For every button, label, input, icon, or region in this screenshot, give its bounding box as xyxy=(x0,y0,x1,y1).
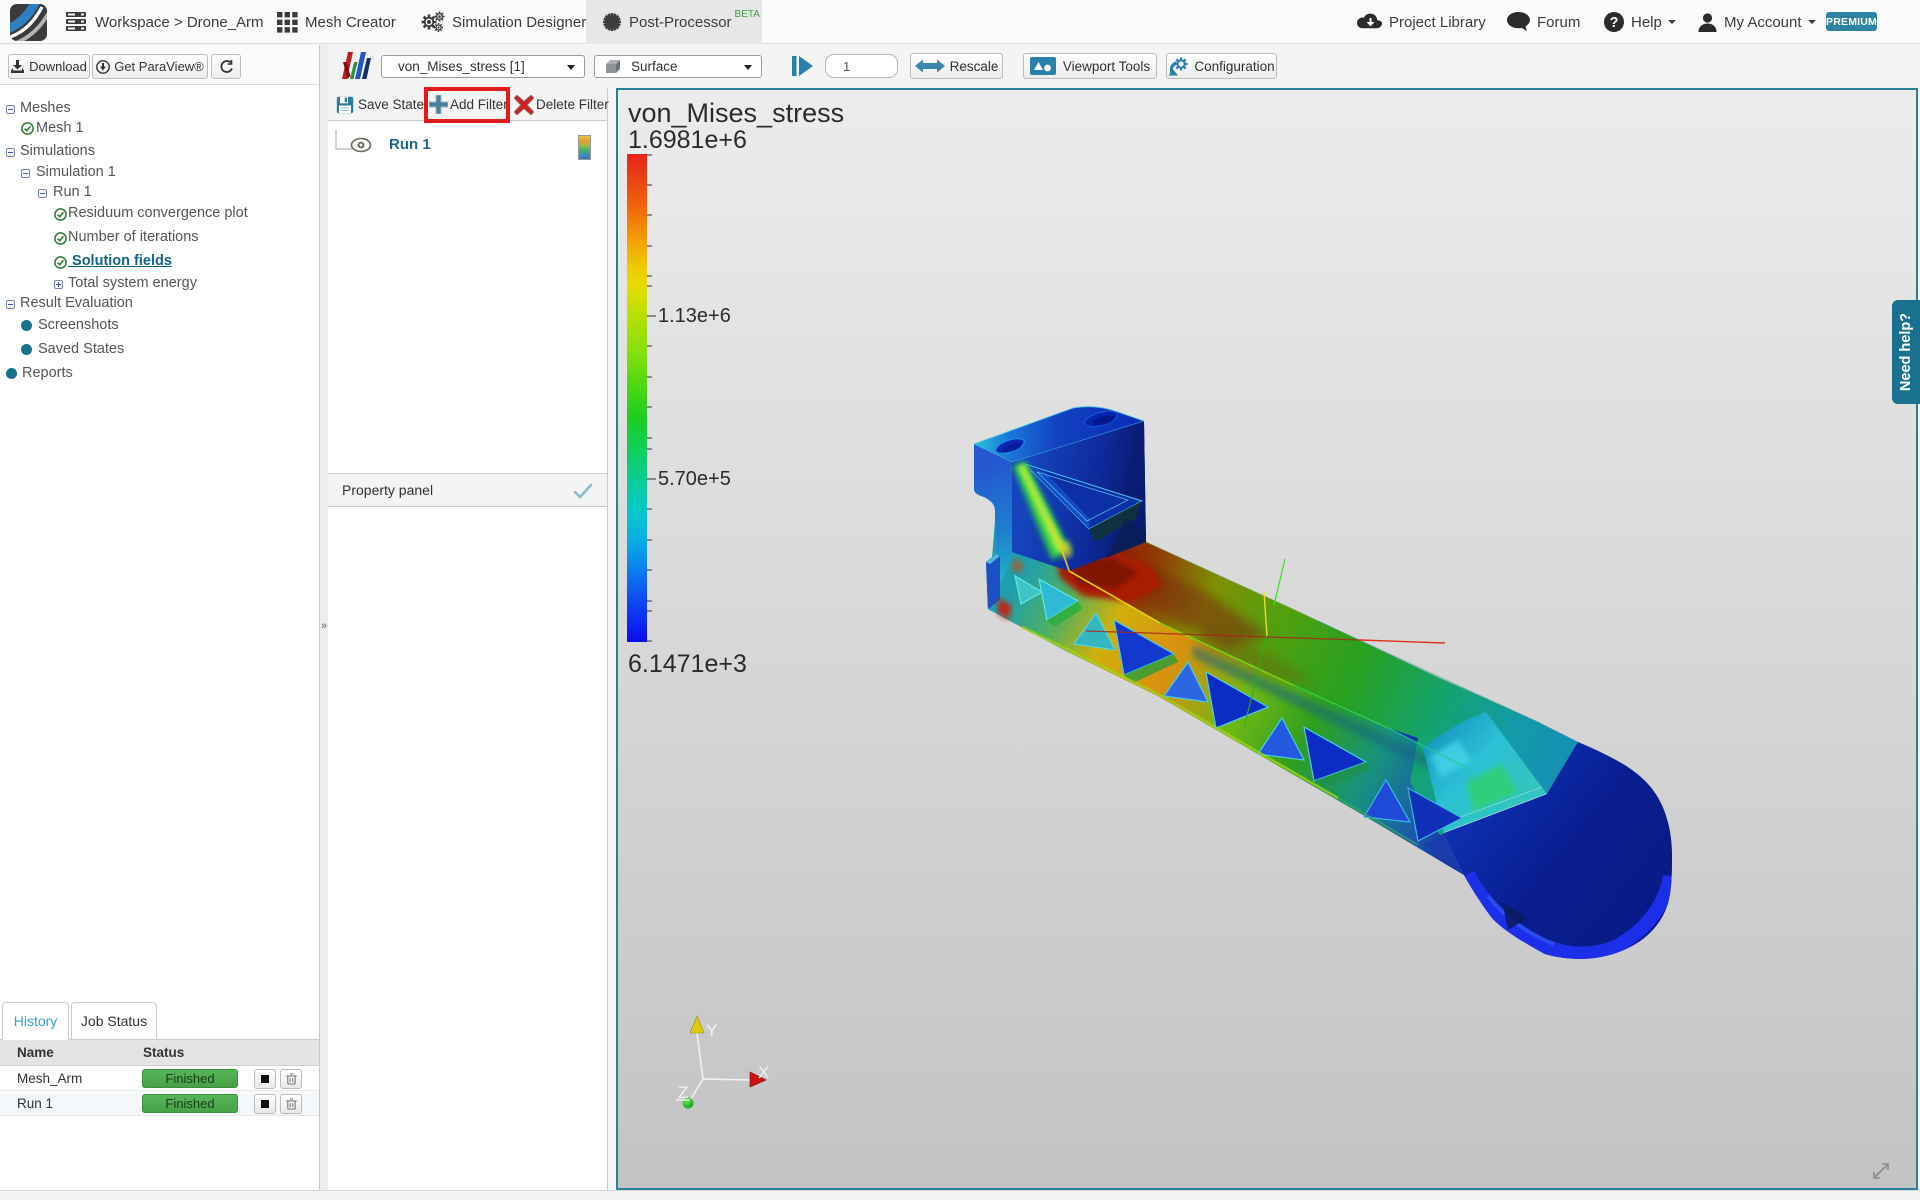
svg-text:Y: Y xyxy=(706,1021,717,1040)
svg-text:?: ? xyxy=(1610,15,1619,31)
svg-text:Z: Z xyxy=(678,1083,688,1102)
svg-text:X: X xyxy=(758,1063,769,1082)
